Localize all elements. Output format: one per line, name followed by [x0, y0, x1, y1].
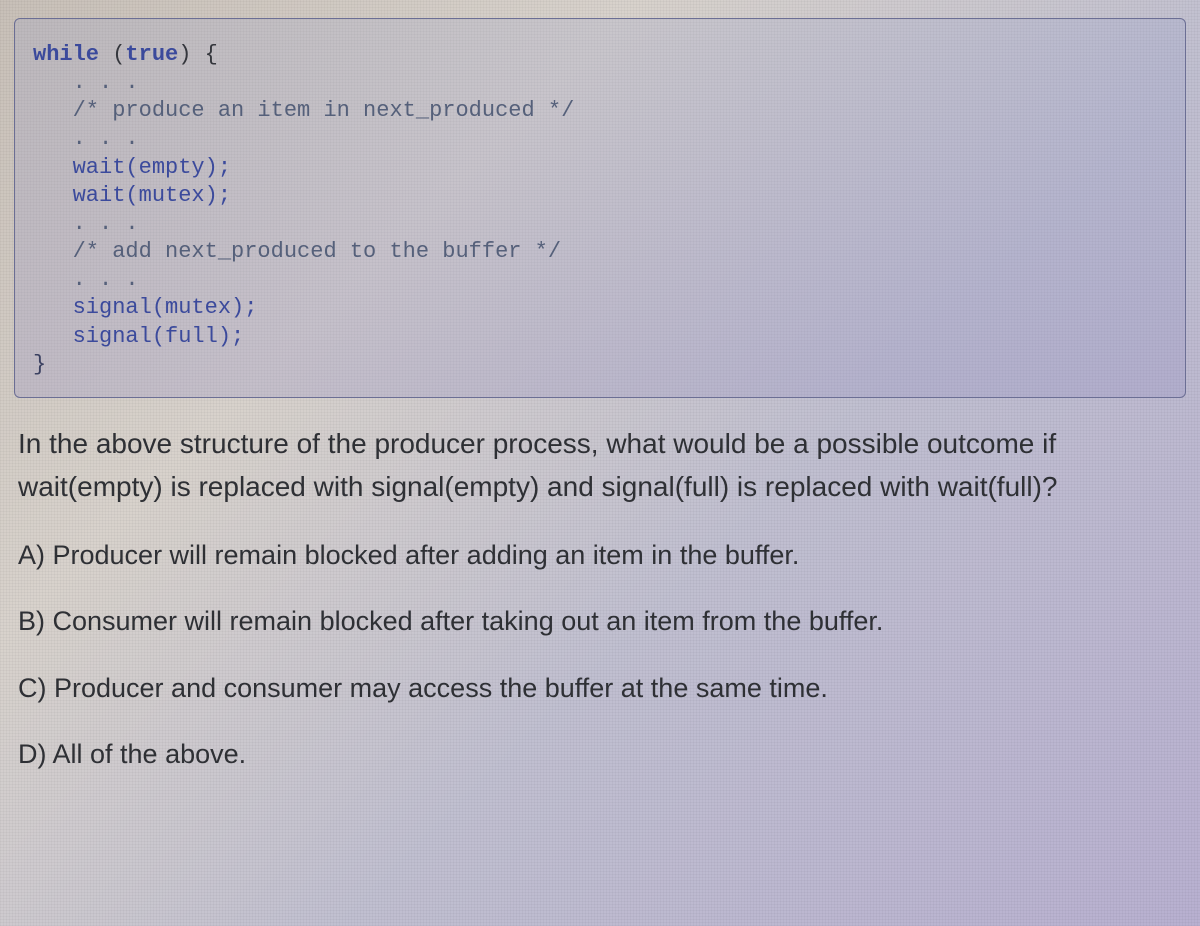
dots-4: . . . [33, 267, 139, 292]
question-text: In the above structure of the producer p… [14, 422, 1186, 509]
dots-1: . . . [33, 70, 139, 95]
code-block: while (true) { . . . /* produce an item … [14, 18, 1186, 398]
choice-d[interactable]: D) All of the above. [14, 734, 1186, 775]
choice-c[interactable]: C) Producer and consumer may access the … [14, 668, 1186, 709]
choice-a[interactable]: A) Producer will remain blocked after ad… [14, 535, 1186, 576]
comment-produce: /* produce an item in next_produced */ [33, 98, 574, 123]
stmt-signal-mutex: signal(mutex); [33, 295, 257, 320]
t-lp: ( [99, 42, 125, 67]
stmt-signal-full: signal(full); [33, 324, 244, 349]
close-brace: } [33, 352, 46, 377]
choice-b[interactable]: B) Consumer will remain blocked after ta… [14, 601, 1186, 642]
comment-add: /* add next_produced to the buffer */ [33, 239, 561, 264]
t-brace: ) { [178, 42, 218, 67]
stmt-wait-mutex: wait(mutex); [33, 183, 231, 208]
dots-3: . . . [33, 211, 139, 236]
kw-while: while [33, 42, 99, 67]
code-content: while (true) { . . . /* produce an item … [33, 41, 1167, 379]
dots-2: . . . [33, 126, 139, 151]
stmt-wait-empty: wait(empty); [33, 155, 231, 180]
kw-true: true [125, 42, 178, 67]
